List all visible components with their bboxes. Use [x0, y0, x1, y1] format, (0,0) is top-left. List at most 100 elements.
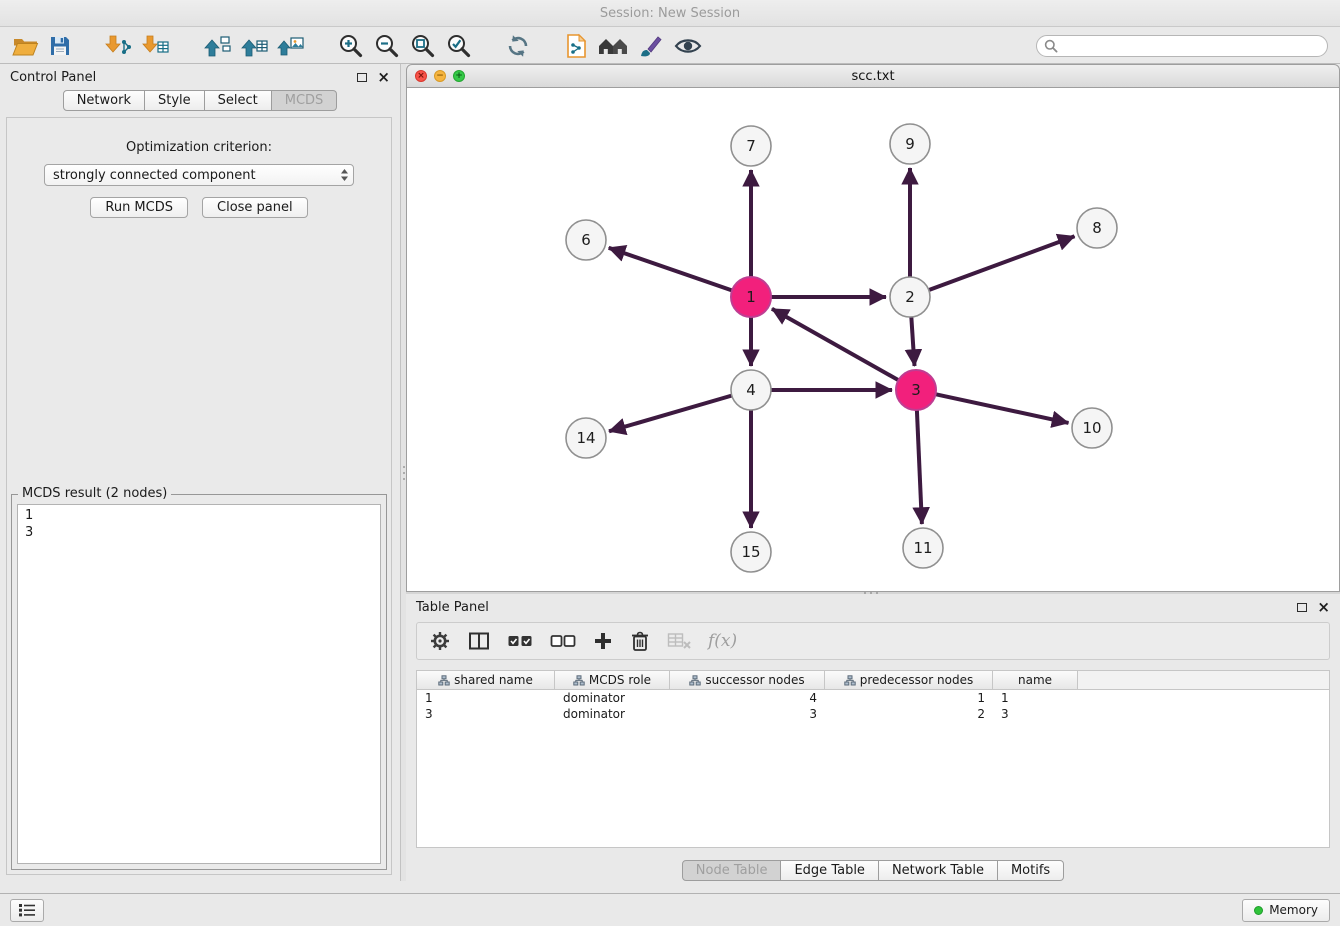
- search-input[interactable]: [1063, 39, 1320, 53]
- cell-shared-name[interactable]: 1: [417, 690, 555, 706]
- graph-node-15[interactable]: 15: [731, 532, 771, 572]
- cell-name[interactable]: 3: [993, 706, 1078, 722]
- control-panel-close-button[interactable]: ×: [377, 72, 390, 82]
- application-window: Session: New Session: [0, 0, 1340, 926]
- criterion-select[interactable]: strongly connected component: [44, 164, 354, 186]
- export-image-button[interactable]: [277, 34, 304, 58]
- edge-3-1[interactable]: [772, 309, 900, 381]
- export-image-icon: [277, 34, 304, 58]
- delete-table-icon: [667, 632, 691, 650]
- save-session-button[interactable]: [48, 34, 72, 58]
- cell-mcds-role[interactable]: dominator: [555, 706, 670, 722]
- refresh-button[interactable]: [505, 33, 531, 59]
- table-row[interactable]: 1 dominator 4 1 1: [417, 690, 1329, 706]
- clone-network-icon: [564, 33, 588, 59]
- graph-node-4[interactable]: 4: [731, 370, 771, 410]
- graph-node-11[interactable]: 11: [903, 528, 943, 568]
- deselect-all-rows-button[interactable]: [550, 632, 576, 650]
- run-mcds-button[interactable]: Run MCDS: [90, 197, 188, 218]
- control-panel-tabs: Network Style Select MCDS: [0, 90, 400, 111]
- edge-2-3[interactable]: [911, 315, 914, 366]
- zoom-fit-button[interactable]: [409, 32, 436, 59]
- mcds-result-text[interactable]: 1 3: [17, 504, 381, 864]
- toggle-columns-button[interactable]: [468, 631, 490, 651]
- graph-node-7[interactable]: 7: [731, 126, 771, 166]
- mcds-panel-body: Optimization criterion: strongly connect…: [6, 117, 392, 875]
- zoom-in-button[interactable]: [337, 32, 364, 59]
- tab-node-table[interactable]: Node Table: [682, 860, 782, 881]
- cell-predecessor-nodes[interactable]: 1: [825, 690, 993, 706]
- cell-predecessor-nodes[interactable]: 2: [825, 706, 993, 722]
- mcds-close-panel-button[interactable]: Close panel: [202, 197, 308, 218]
- graph-node-10[interactable]: 10: [1072, 408, 1112, 448]
- zoom-window-button[interactable]: +: [453, 70, 465, 82]
- save-icon: [48, 34, 72, 58]
- mcds-result-group: MCDS result (2 nodes) 1 3: [11, 494, 387, 870]
- optimization-criterion-label: Optimization criterion:: [7, 140, 391, 155]
- cell-successor-nodes[interactable]: 4: [670, 690, 825, 706]
- table-row[interactable]: 3 dominator 3 2 3: [417, 706, 1329, 722]
- refresh-icon: [505, 33, 531, 59]
- export-table-button[interactable]: [240, 34, 268, 58]
- tab-style[interactable]: Style: [145, 90, 205, 111]
- cell-name[interactable]: 1: [993, 690, 1078, 706]
- delete-column-button[interactable]: [630, 630, 650, 652]
- select-all-rows-button[interactable]: [507, 632, 533, 650]
- show-hide-button[interactable]: [673, 34, 703, 58]
- tab-motifs[interactable]: Motifs: [998, 860, 1064, 881]
- edge-1-6[interactable]: [609, 248, 734, 291]
- open-file-button[interactable]: [12, 34, 39, 58]
- edge-3-11[interactable]: [917, 408, 922, 524]
- close-window-button[interactable]: ×: [415, 70, 427, 82]
- table-panel-close-button[interactable]: ×: [1317, 602, 1330, 612]
- column-header-shared-name[interactable]: shared name: [417, 671, 555, 689]
- tab-edge-table[interactable]: Edge Table: [781, 860, 878, 881]
- export-network-button[interactable]: [203, 34, 231, 58]
- plus-icon: [593, 631, 613, 651]
- graph-node-3[interactable]: 3: [896, 370, 936, 410]
- table-settings-button[interactable]: [429, 630, 451, 652]
- graph-node-1[interactable]: 1: [731, 277, 771, 317]
- column-header-name[interactable]: name: [993, 671, 1078, 689]
- graph-node-14[interactable]: 14: [566, 418, 606, 458]
- graph-node-9[interactable]: 9: [890, 124, 930, 164]
- memory-button[interactable]: Memory: [1242, 899, 1330, 922]
- tab-network-table[interactable]: Network Table: [879, 860, 998, 881]
- import-network-icon: [105, 34, 133, 58]
- table-panel-float-button[interactable]: [1297, 603, 1307, 612]
- tab-select[interactable]: Select: [205, 90, 272, 111]
- table-panel-header: Table Panel ×: [406, 594, 1340, 620]
- delete-table-button[interactable]: [667, 632, 691, 650]
- tab-mcds[interactable]: MCDS: [272, 90, 338, 111]
- tab-network[interactable]: Network: [63, 90, 145, 111]
- graph-node-6[interactable]: 6: [566, 220, 606, 260]
- minimize-window-button[interactable]: −: [434, 70, 446, 82]
- column-header-successor-nodes[interactable]: successor nodes: [670, 671, 825, 689]
- edge-4-14[interactable]: [609, 395, 734, 431]
- column-header-mcds-role[interactable]: MCDS role: [555, 671, 670, 689]
- network-canvas[interactable]: 7 9 6 8 1 2 4 3 14 10 15 11: [406, 88, 1340, 592]
- first-neighbors-button[interactable]: [597, 34, 629, 58]
- edge-3-10[interactable]: [934, 394, 1069, 423]
- cell-mcds-role[interactable]: dominator: [555, 690, 670, 706]
- show-panels-menu-button[interactable]: [10, 899, 44, 922]
- cell-successor-nodes[interactable]: 3: [670, 706, 825, 722]
- attribute-icon: [689, 675, 701, 686]
- import-network-button[interactable]: [105, 34, 133, 58]
- zoom-selected-button[interactable]: [445, 32, 472, 59]
- graph-node-2[interactable]: 2: [890, 277, 930, 317]
- cell-shared-name[interactable]: 3: [417, 706, 555, 722]
- control-panel-float-button[interactable]: [357, 73, 367, 82]
- graph-node-8[interactable]: 8: [1077, 208, 1117, 248]
- add-column-button[interactable]: [593, 631, 613, 651]
- edge-2-8[interactable]: [927, 236, 1075, 290]
- column-header-predecessor-nodes[interactable]: predecessor nodes: [825, 671, 993, 689]
- import-table-button[interactable]: [142, 34, 170, 58]
- annotations-button[interactable]: [638, 33, 664, 59]
- zoom-out-button[interactable]: [373, 32, 400, 59]
- clone-network-button[interactable]: [564, 33, 588, 59]
- function-builder-button[interactable]: f(x): [708, 631, 737, 651]
- export-table-icon: [240, 34, 268, 58]
- eye-icon: [673, 34, 703, 58]
- main-toolbar: [0, 28, 1340, 64]
